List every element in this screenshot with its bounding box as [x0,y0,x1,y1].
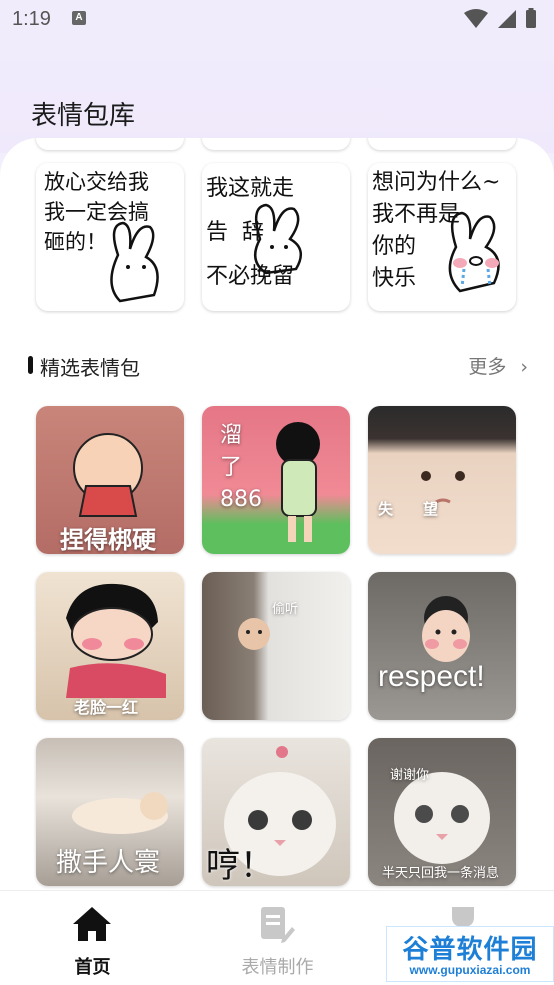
tab-home[interactable]: 首页 [0,891,185,985]
more-label: 更多 [468,356,507,378]
sticker-partial[interactable] [202,138,350,150]
home-icon [73,907,111,941]
battery-icon [526,10,536,28]
sketch-sticker[interactable]: 想问为什么~ 我不再是 你的 快乐 [368,163,516,311]
watermark-url: www.gupuxiazai.com [409,963,531,977]
sketch-sticker[interactable]: 放心交给我 我一定会搞 砸的！ [36,163,184,311]
sticker-item[interactable]: 偷听 [202,572,350,720]
sticker-item[interactable]: respect! [368,572,516,720]
sticker-caption: 老脸一红 [74,698,139,717]
peeking-baby-drawing [238,618,270,650]
sticker-item[interactable]: 撒手人寰 [36,738,184,886]
watermark-title: 谷普软件园 [402,935,538,965]
rabbit-drawing [110,221,159,303]
sticker-caption: 失 望 [378,500,439,518]
sticker-caption: 溜 了 886 [220,423,262,512]
sticker-caption: 哼！ [206,846,274,886]
section-title: 精选表情包 [40,356,140,380]
shinchan-drawing [276,422,320,542]
sticker-partial[interactable] [368,138,516,150]
content-card[interactable]: 放心交给我 我一定会搞 砸的！ 我这就走 告 辞 不必挽留 想问为什么~ 我不再… [0,138,554,898]
rabbit-drawing [253,203,303,275]
lying-cat-drawing [72,792,168,834]
crying-rabbit-drawing [448,211,500,293]
sticker-partial[interactable] [36,138,184,150]
tab-sticker-maker[interactable]: 表情制作 [185,891,370,985]
status-bar: 1:19 A [0,0,554,38]
system-status-icons [464,8,536,28]
tab-label: 首页 [74,957,111,978]
tab-label: 表情制作 [241,957,314,978]
sticker-item[interactable]: 老脸一红 [36,572,184,720]
fist-drawing [73,433,143,517]
sticker-caption: 偷听 [272,602,299,617]
wifi-icon [464,9,488,28]
sticker-caption: 撒手人寰 [56,848,161,878]
signal-icon [498,10,516,28]
sticker-item[interactable]: 溜 了 886 [202,406,350,554]
sticker-item[interactable]: 捏得梆硬 [36,406,184,554]
section-indicator [28,356,33,374]
notification-icon: A [72,11,86,25]
sticker-caption: 半天只回我一条消息 [382,866,500,881]
sticker-item[interactable]: 失 望 [368,406,516,554]
shinchan-blush-drawing [66,583,166,698]
edit-document-icon [261,907,295,943]
sticker-caption: 捏得梆硬 [60,526,156,554]
sticker-item[interactable]: 哼！ [202,738,350,886]
more-button[interactable]: 更多 › [468,352,528,379]
sticker-item[interactable]: 谢谢你 半天只回我一条消息 [368,738,516,886]
site-watermark: 谷普软件园 www.gupuxiazai.com [386,926,554,982]
sketch-sticker[interactable]: 我这就走 告 辞 不必挽留 [202,163,350,311]
page-title: 表情包库 [31,101,136,131]
sticker-caption: respect! [378,660,485,693]
status-time: 1:19 [12,8,51,30]
sticker-caption-top: 谢谢你 [390,768,430,783]
chevron-right-icon: › [520,356,528,378]
